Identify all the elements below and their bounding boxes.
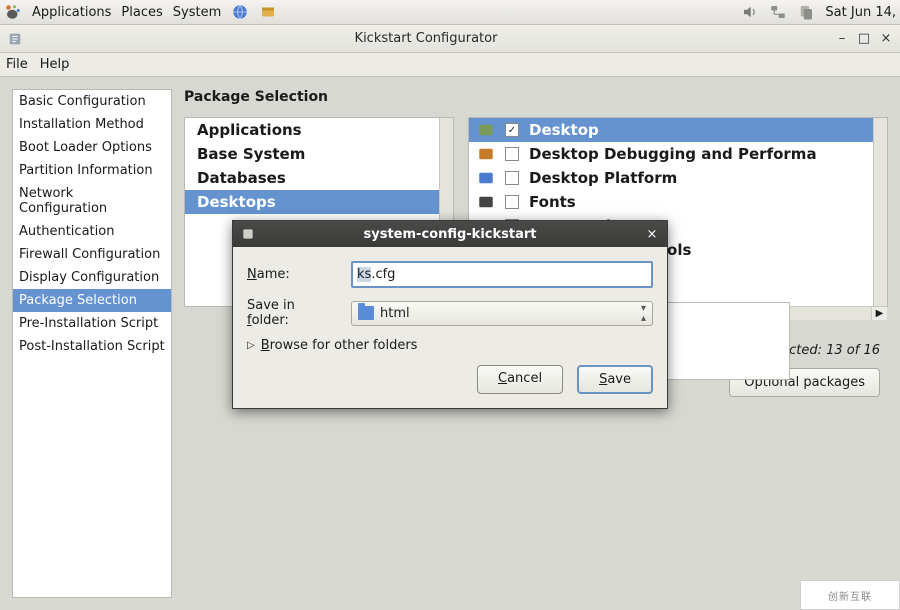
sidebar: Basic ConfigurationInstallation MethodBo… xyxy=(12,89,172,598)
dialog-icon xyxy=(239,225,257,243)
package-checkbox[interactable] xyxy=(505,147,519,161)
cancel-button[interactable]: Cancel xyxy=(477,365,563,394)
triangle-right-icon: ▷ xyxy=(247,340,255,351)
folder-icon xyxy=(358,306,374,320)
package-label: Desktop xyxy=(529,121,599,139)
panel-system[interactable]: System xyxy=(173,5,221,20)
panel-clock[interactable]: Sat Jun 14, xyxy=(825,5,896,20)
sidebar-item[interactable]: Pre-Installation Script xyxy=(13,312,171,335)
package-checkbox[interactable] xyxy=(505,171,519,185)
package-label: Desktop Debugging and Performa xyxy=(529,145,817,163)
name-label: Name: xyxy=(247,267,339,282)
save-dialog: system-config-kickstart × Name: ks.cfg S… xyxy=(232,220,668,409)
clipboard-icon[interactable] xyxy=(797,3,815,21)
package-icon xyxy=(477,193,495,211)
sidebar-item[interactable]: Basic Configuration xyxy=(13,90,171,113)
package-label: Fonts xyxy=(529,193,576,211)
sidebar-item[interactable]: Partition Information xyxy=(13,159,171,182)
network-icon[interactable] xyxy=(769,3,787,21)
window-title: Kickstart Configurator xyxy=(24,31,828,46)
sidebar-item[interactable]: Firewall Configuration xyxy=(13,243,171,266)
package-row[interactable]: Fonts xyxy=(469,190,887,214)
sidebar-item[interactable]: Post-Installation Script xyxy=(13,335,171,358)
sidebar-item[interactable]: Installation Method xyxy=(13,113,171,136)
filename-input[interactable]: ks.cfg xyxy=(351,261,653,288)
folder-select[interactable]: html xyxy=(351,301,653,326)
package-icon xyxy=(477,121,495,139)
panel-places[interactable]: Places xyxy=(121,5,162,20)
package-row[interactable]: Desktop Platform xyxy=(469,166,887,190)
filename-selection: ks xyxy=(357,267,371,282)
menu-help[interactable]: Help xyxy=(40,57,70,72)
sidebar-item[interactable]: Network Configuration xyxy=(13,182,171,220)
watermark: 创新互联 xyxy=(800,580,900,610)
filename-rest: .cfg xyxy=(371,267,395,282)
gnome-foot-icon[interactable] xyxy=(4,3,22,21)
package-icon xyxy=(477,145,495,163)
package-checkbox[interactable] xyxy=(505,195,519,209)
category-item[interactable]: Databases xyxy=(185,166,453,190)
package-icon xyxy=(477,169,495,187)
category-item[interactable]: Applications xyxy=(185,118,453,142)
folder-value: html xyxy=(380,306,410,321)
minimize-button[interactable]: – xyxy=(834,31,850,47)
panel-applications[interactable]: Applications xyxy=(32,5,111,20)
dialog-titlebar[interactable]: system-config-kickstart × xyxy=(233,221,667,247)
browser-icon[interactable] xyxy=(231,3,249,21)
dialog-close-button[interactable]: × xyxy=(643,227,661,242)
sidebar-item[interactable]: Authentication xyxy=(13,220,171,243)
package-row[interactable]: Desktop Debugging and Performa xyxy=(469,142,887,166)
app-icon xyxy=(6,30,24,48)
dialog-title: system-config-kickstart xyxy=(257,227,643,242)
app-titlebar: Kickstart Configurator – □ × xyxy=(0,25,900,53)
sidebar-item[interactable]: Boot Loader Options xyxy=(13,136,171,159)
gnome-top-panel: Applications Places System Sat Jun 14, xyxy=(0,0,900,25)
close-button[interactable]: × xyxy=(878,31,894,47)
scrollbar-v[interactable] xyxy=(873,118,887,306)
package-row[interactable]: Desktop xyxy=(469,118,887,142)
category-item[interactable]: Desktops xyxy=(185,190,453,214)
save-button[interactable]: Save xyxy=(577,365,653,394)
package-checkbox[interactable] xyxy=(505,123,519,137)
scroll-right-arrow[interactable]: ▶ xyxy=(871,307,887,320)
category-item[interactable]: Base System xyxy=(185,142,453,166)
sidebar-item[interactable]: Display Configuration xyxy=(13,266,171,289)
page-title: Package Selection xyxy=(184,89,888,105)
menu-file[interactable]: File xyxy=(6,57,28,72)
folder-label: Save in folder: xyxy=(247,298,339,328)
volume-icon[interactable] xyxy=(741,3,759,21)
browse-expander[interactable]: ▷ Browse for other folders xyxy=(247,338,653,353)
notes-icon[interactable] xyxy=(259,3,277,21)
sidebar-item[interactable]: Package Selection xyxy=(13,289,171,312)
maximize-button[interactable]: □ xyxy=(856,31,872,47)
package-label: Desktop Platform xyxy=(529,169,677,187)
menubar: File Help xyxy=(0,53,900,77)
